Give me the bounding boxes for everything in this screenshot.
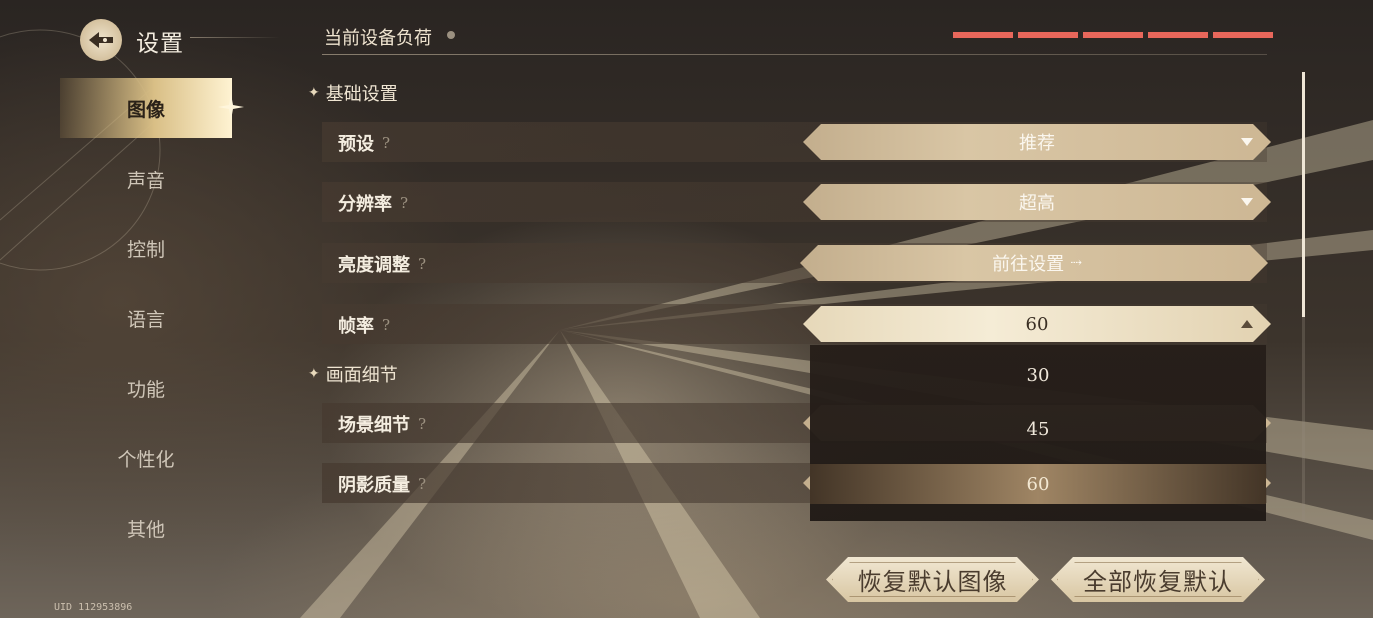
chevron-up-icon (1241, 320, 1253, 328)
sidebar-item-language[interactable]: 语言 (60, 289, 232, 347)
section-image-detail: ✦ 画面细节 (308, 361, 398, 387)
sidebar-item-personalization[interactable]: 个性化 (60, 429, 232, 487)
device-load-meter (953, 32, 1273, 38)
device-load-label: 当前设备负荷 (324, 28, 432, 49)
section-title: 画面细节 (325, 365, 398, 386)
sidebar: 设置 图像 声音 控制 语言 功能 个性化 其他 UID 112953896 (0, 0, 290, 618)
sparkle-icon (218, 94, 244, 120)
sparkle-icon: ✦ (308, 85, 320, 101)
uid-text: UID 112953896 (54, 602, 133, 613)
help-icon[interactable]: ? (382, 316, 390, 334)
help-icon[interactable]: ? (382, 134, 390, 152)
sidebar-item-label: 个性化 (117, 448, 175, 471)
load-segment (1018, 32, 1078, 38)
setting-row-resolution: 分辨率 ? 超高 (322, 182, 1271, 222)
sidebar-item-controls[interactable]: 控制 (60, 219, 232, 277)
arrow-right-icon: ⇢ (1070, 255, 1082, 271)
preset-dropdown[interactable]: 推荐 (803, 124, 1271, 160)
setting-label: 帧率 ? (338, 312, 390, 338)
setting-label: 分辨率 ? (338, 190, 408, 216)
dropdown-value: 60 (1025, 313, 1049, 335)
sidebar-item-label: 语言 (126, 308, 165, 331)
help-icon[interactable]: ? (418, 475, 426, 493)
sidebar-item-label: 图像 (126, 98, 165, 121)
header-divider (322, 54, 1267, 55)
setting-label: 场景细节 ? (338, 411, 426, 437)
load-segment (1213, 32, 1273, 38)
setting-label: 预设 ? (338, 130, 390, 156)
sidebar-item-label: 声音 (126, 169, 165, 192)
framerate-options-menu: 30 45 60 (810, 345, 1266, 521)
load-segment (1148, 32, 1208, 38)
help-icon[interactable]: ? (418, 255, 426, 273)
back-button[interactable] (80, 19, 122, 61)
brightness-go-button[interactable]: 前往设置 ⇢ (800, 245, 1268, 281)
setting-label: 亮度调整 ? (338, 251, 426, 277)
button-label: 恢复默认图像 (857, 568, 1008, 596)
button-label: 前往设置 (992, 254, 1065, 275)
setting-name: 分辨率 (338, 194, 392, 215)
framerate-option[interactable]: 45 (810, 409, 1266, 449)
page-title: 设置 (136, 31, 184, 57)
sidebar-item-features[interactable]: 功能 (60, 359, 232, 417)
setting-name: 预设 (338, 134, 374, 155)
sidebar-item-label: 其他 (126, 518, 165, 541)
framerate-dropdown[interactable]: 60 (803, 306, 1271, 342)
sidebar-item-label: 功能 (126, 378, 165, 401)
dropdown-value: 超高 (1019, 193, 1055, 214)
sidebar-item-other[interactable]: 其他 (60, 499, 232, 557)
setting-row-preset: 预设 ? 推荐 (322, 122, 1271, 162)
setting-label: 阴影质量 ? (338, 471, 426, 497)
reset-graphics-button[interactable]: 恢复默认图像 (826, 557, 1039, 602)
reset-all-button[interactable]: 全部恢复默认 (1051, 557, 1265, 602)
button-label: 全部恢复默认 (1083, 568, 1233, 596)
section-basic-settings: ✦ 基础设置 (308, 80, 398, 106)
title-divider (190, 37, 280, 38)
chevron-down-icon (1241, 138, 1253, 146)
setting-row-brightness: 亮度调整 ? 前往设置 ⇢ (322, 243, 1268, 283)
framerate-option[interactable]: 30 (810, 355, 1266, 395)
setting-name: 帧率 (338, 316, 374, 337)
sparkle-icon: ✦ (308, 366, 320, 382)
setting-name: 亮度调整 (338, 255, 410, 276)
back-arrow-icon (89, 32, 113, 48)
resolution-dropdown[interactable]: 超高 (803, 184, 1271, 220)
setting-name: 阴影质量 (338, 475, 410, 496)
section-title: 基础设置 (325, 84, 398, 105)
chevron-down-icon (1241, 198, 1253, 206)
sidebar-item-sound[interactable]: 声音 (60, 150, 232, 208)
sidebar-item-graphics[interactable]: 图像 (60, 78, 244, 138)
scrollbar-thumb[interactable] (1302, 72, 1305, 317)
setting-row-framerate: 帧率 ? 60 (322, 304, 1271, 344)
device-load-dot (447, 31, 455, 39)
load-segment (953, 32, 1013, 38)
load-segment (1083, 32, 1143, 38)
help-icon[interactable]: ? (400, 194, 408, 212)
framerate-option-selected[interactable]: 60 (810, 464, 1266, 504)
sidebar-item-label: 控制 (126, 238, 165, 261)
dropdown-value: 推荐 (1019, 133, 1055, 154)
help-icon[interactable]: ? (418, 415, 426, 433)
setting-name: 场景细节 (338, 415, 410, 436)
